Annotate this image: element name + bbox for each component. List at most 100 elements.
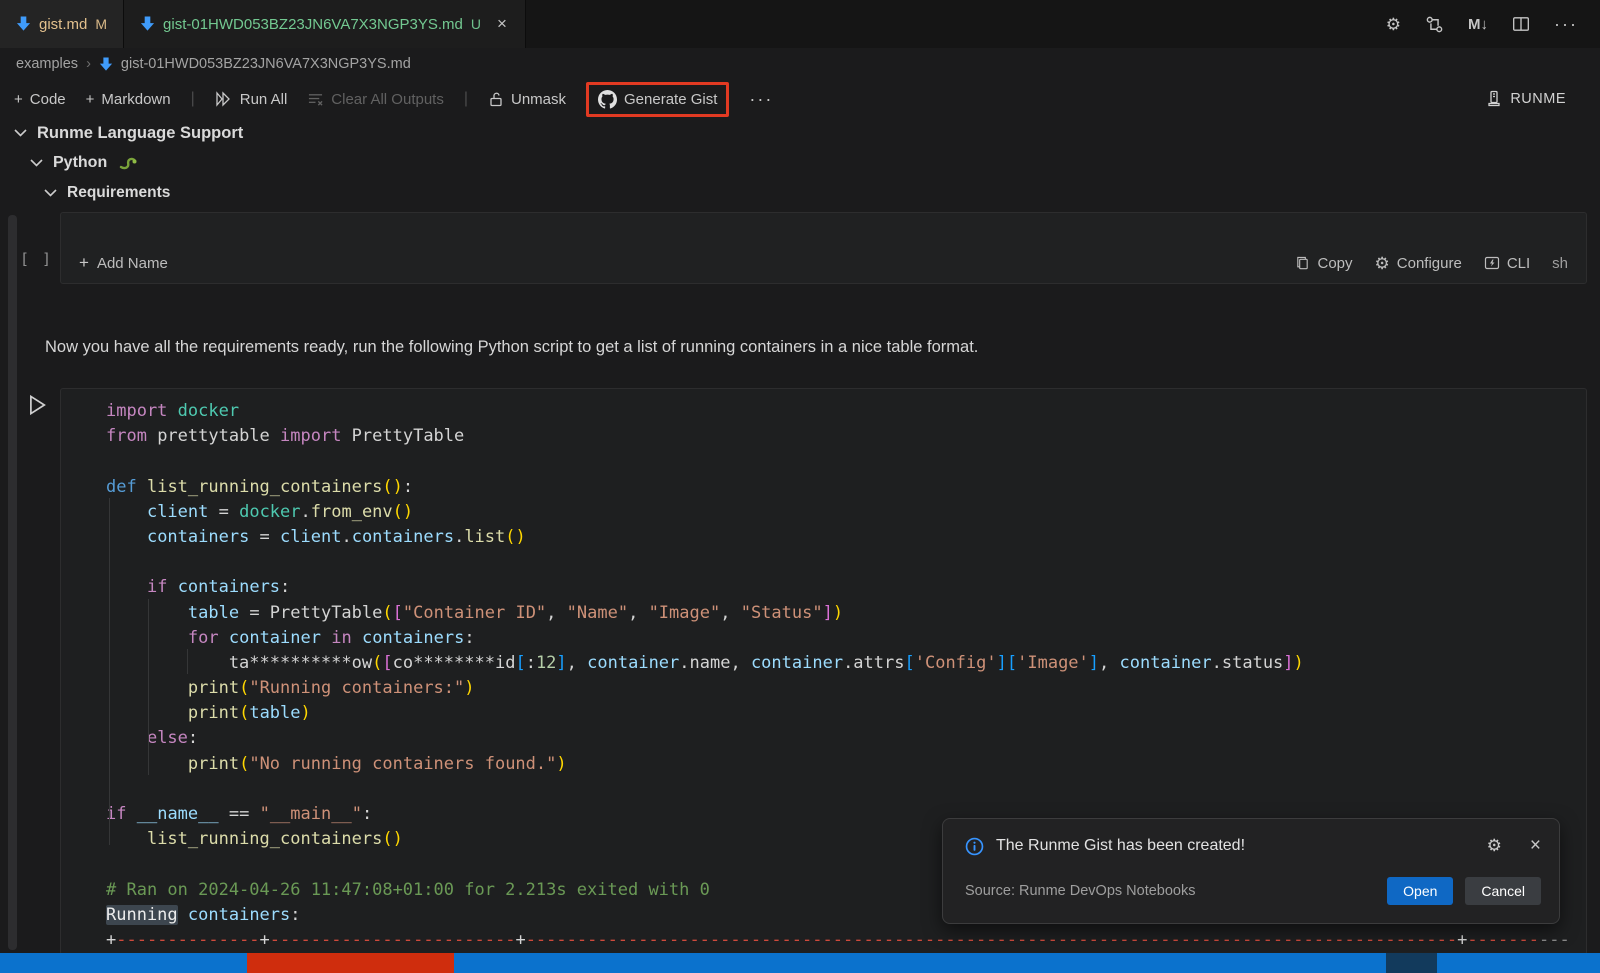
- code-line: [106, 550, 1586, 575]
- code-line: def list_running_containers():: [106, 475, 1586, 500]
- info-icon: [965, 837, 984, 856]
- run-cell-button[interactable]: [24, 392, 50, 418]
- close-tab-icon[interactable]: ×: [495, 14, 509, 34]
- gear-icon: ⚙: [1375, 255, 1390, 272]
- run-all-button[interactable]: Run All: [215, 91, 288, 108]
- chevron-down-icon[interactable]: [44, 189, 57, 197]
- section-python: Python: [30, 148, 137, 178]
- indent-guide: [148, 599, 149, 775]
- toolbar-divider: |: [191, 90, 195, 108]
- run-all-icon: [215, 91, 233, 107]
- split-editor-icon[interactable]: [1512, 15, 1530, 33]
- code-line: import docker: [106, 399, 1586, 424]
- cell-language-badge: sh: [1552, 255, 1568, 272]
- code-line: ta**********ow([co********id[:12], conta…: [106, 651, 1586, 676]
- statusbar-segment[interactable]: [0, 953, 247, 973]
- tab-gist-notebook[interactable]: gist-01HWD053BZ23JN6VA7X3NGP3YS.md U ×: [124, 0, 526, 48]
- code-line: +--------------+------------------------…: [106, 928, 1586, 953]
- unmask-label: Unmask: [511, 91, 566, 108]
- add-code-label: Code: [30, 91, 66, 108]
- toast-header: The Runme Gist has been created! ⚙ ×: [965, 835, 1541, 857]
- toolbar-more-icon[interactable]: ···: [749, 89, 773, 110]
- section-runme-language-support: Runme Language Support: [14, 118, 243, 148]
- clear-all-outputs-button: Clear All Outputs: [307, 91, 444, 108]
- tab-gist-md[interactable]: gist.md M: [0, 0, 124, 48]
- editor-actions: ⚙ M↓ ···: [1386, 0, 1600, 48]
- copy-label: Copy: [1317, 255, 1352, 272]
- runme-monument-icon: [1486, 90, 1502, 108]
- unlock-icon: [488, 91, 504, 108]
- breadcrumb-separator: ›: [86, 56, 91, 72]
- code-line: print("No running containers found."): [106, 752, 1586, 777]
- statusbar-segment[interactable]: [454, 953, 1386, 973]
- close-icon[interactable]: ×: [1530, 835, 1541, 857]
- plus-icon: +: [79, 253, 89, 273]
- breadcrumb-folder[interactable]: examples: [16, 56, 78, 72]
- cell-focus-bar: [8, 215, 17, 950]
- statusbar-segment[interactable]: [1386, 953, 1437, 973]
- toolbar-divider: |: [464, 90, 468, 108]
- runme-file-icon: [16, 16, 31, 32]
- toast-source: Source: Runme DevOps Notebooks: [965, 883, 1375, 899]
- more-actions-icon[interactable]: ···: [1554, 14, 1578, 35]
- runme-panel-button[interactable]: RUNME: [1486, 90, 1600, 108]
- add-code-cell-button[interactable]: + Code: [14, 91, 66, 108]
- copy-icon: [1295, 255, 1310, 271]
- add-markdown-cell-button[interactable]: + Markdown: [86, 91, 171, 108]
- heading-label: Runme Language Support: [37, 124, 243, 143]
- plus-icon: +: [14, 91, 23, 108]
- execution-order-indicator: [ ]: [20, 250, 53, 268]
- add-name-label: Add Name: [97, 255, 168, 272]
- plus-icon: +: [86, 91, 95, 108]
- generate-gist-label: Generate Gist: [624, 91, 717, 108]
- runme-file-icon: [140, 16, 155, 32]
- gear-icon[interactable]: ⚙: [1487, 836, 1502, 856]
- compare-changes-icon[interactable]: [1425, 15, 1444, 34]
- code-line: else:: [106, 726, 1586, 751]
- breadcrumb: examples › gist-01HWD053BZ23JN6VA7X3NGP3…: [0, 48, 1600, 80]
- tab-filename: gist.md: [39, 16, 87, 33]
- configure-button[interactable]: ⚙ Configure: [1375, 255, 1462, 272]
- generate-gist-button[interactable]: Generate Gist: [586, 82, 729, 117]
- section-requirements: Requirements: [44, 178, 170, 208]
- breadcrumb-file[interactable]: gist-01HWD053BZ23JN6VA7X3NGP3YS.md: [121, 56, 411, 72]
- indent-guide: [187, 649, 188, 674]
- chevron-down-icon[interactable]: [30, 159, 43, 167]
- heading-label: Requirements: [67, 184, 170, 202]
- gear-icon[interactable]: ⚙: [1386, 16, 1401, 33]
- cancel-button[interactable]: Cancel: [1465, 877, 1541, 905]
- add-markdown-label: Markdown: [101, 91, 170, 108]
- notebook-toolbar: + Code + Markdown | Run All Clear All O: [0, 80, 1600, 118]
- code-line: print("Running containers:"): [106, 676, 1586, 701]
- notification-toast: The Runme Gist has been created! ⚙ × Sou…: [942, 818, 1560, 924]
- heading-label: Python: [53, 154, 107, 172]
- code-line: for container in containers:: [106, 626, 1586, 651]
- toast-footer: Source: Runme DevOps Notebooks Open Canc…: [965, 877, 1541, 905]
- code-line: if containers:: [106, 575, 1586, 600]
- configure-label: Configure: [1397, 255, 1462, 272]
- cli-button[interactable]: CLI: [1484, 255, 1530, 272]
- code-line: client = docker.from_env(): [106, 500, 1586, 525]
- cli-label: CLI: [1507, 255, 1530, 272]
- unmask-button[interactable]: Unmask: [488, 91, 566, 108]
- status-bar: [0, 953, 1600, 973]
- indent-guide: [109, 498, 110, 845]
- cell-actions: Copy ⚙ Configure CLI sh: [1295, 255, 1568, 272]
- vscode-window: gist.md M gist-01HWD053BZ23JN6VA7X3NGP3Y…: [0, 0, 1600, 973]
- toast-title: The Runme Gist has been created!: [996, 837, 1475, 855]
- add-name-button[interactable]: + Add Name: [79, 253, 168, 273]
- runme-panel-label: RUNME: [1510, 91, 1566, 107]
- open-button[interactable]: Open: [1387, 877, 1453, 905]
- statusbar-segment[interactable]: [1437, 953, 1600, 973]
- copy-button[interactable]: Copy: [1295, 255, 1352, 272]
- tab-untracked-badge: U: [471, 16, 481, 32]
- code-line: containers = client.containers.list(): [106, 525, 1586, 550]
- code-line: print(table): [106, 701, 1586, 726]
- code-line: from prettytable import PrettyTable: [106, 424, 1586, 449]
- code-line: [106, 777, 1586, 802]
- open-as-markdown-icon[interactable]: M↓: [1468, 16, 1488, 33]
- runme-file-icon: [99, 57, 113, 72]
- statusbar-segment[interactable]: [247, 953, 454, 973]
- cli-icon: [1484, 255, 1500, 271]
- chevron-down-icon[interactable]: [14, 129, 27, 137]
